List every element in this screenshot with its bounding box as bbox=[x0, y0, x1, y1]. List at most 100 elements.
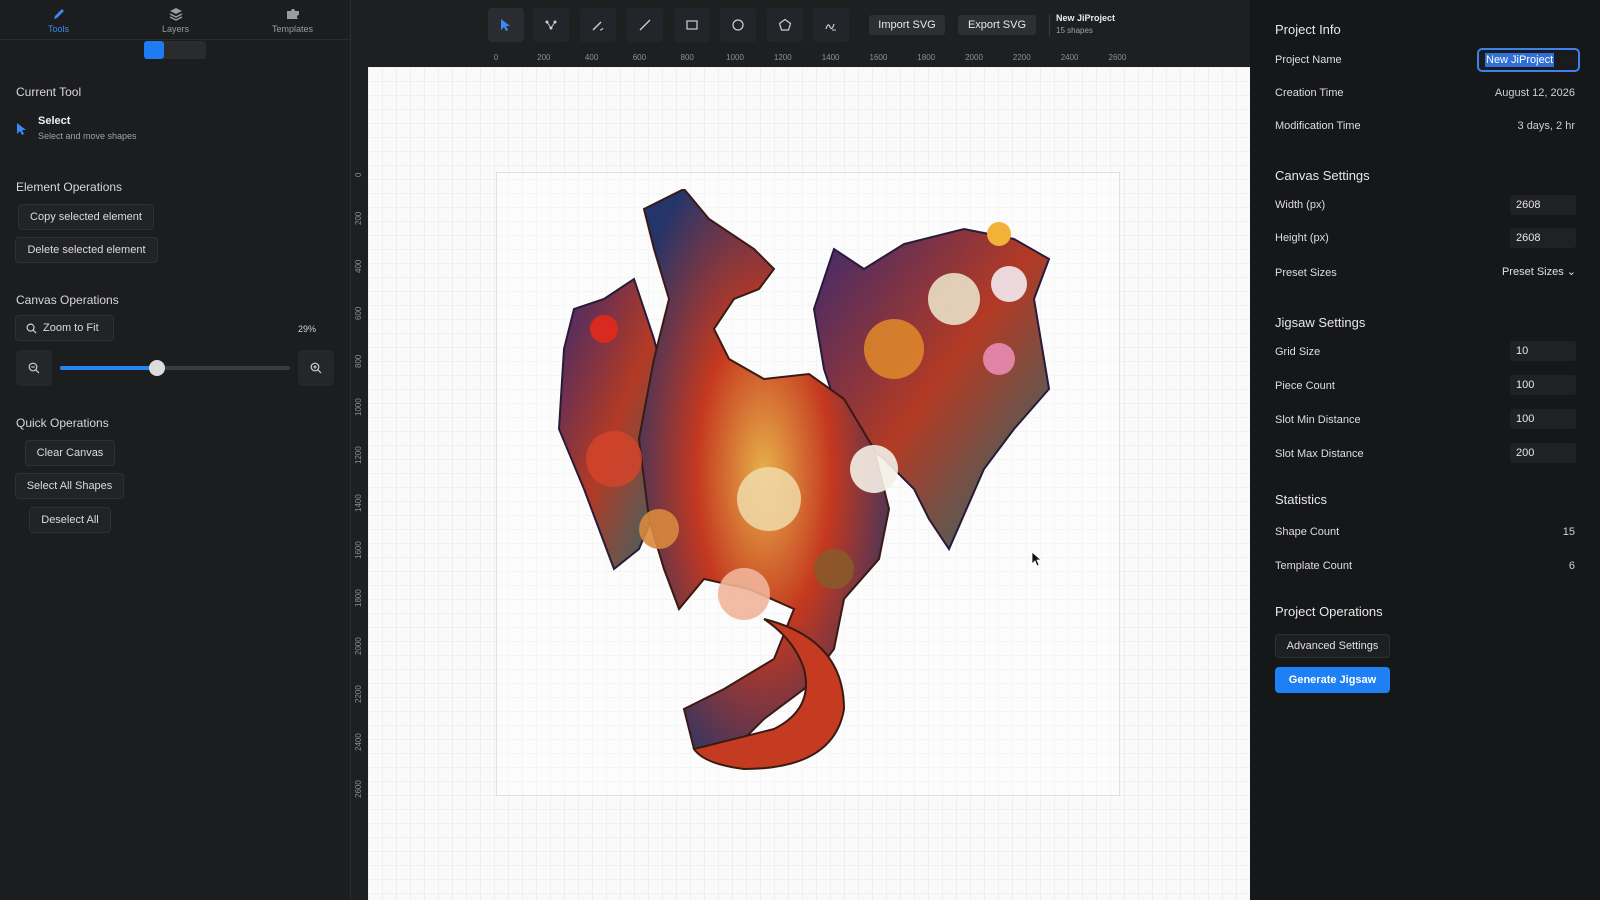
ruler-tick-label: 2600 bbox=[1108, 53, 1127, 62]
signature-icon bbox=[825, 23, 836, 31]
delete-element-button[interactable]: Delete selected element bbox=[15, 237, 158, 263]
grid-size-input[interactable]: 10 bbox=[1510, 341, 1576, 361]
grid-size-label: Grid Size bbox=[1275, 346, 1321, 358]
ruler-tick-label: 0 bbox=[493, 53, 499, 62]
ruler-tick-label: 1200 bbox=[773, 53, 792, 62]
node-tool-button[interactable] bbox=[533, 8, 569, 42]
statistics-title: Statistics bbox=[1275, 492, 1328, 507]
dragon-jigsaw-shape[interactable] bbox=[544, 189, 1086, 779]
signature-tool-button[interactable] bbox=[813, 8, 849, 42]
rabbit-medallion bbox=[991, 266, 1027, 302]
monkey-medallion bbox=[814, 549, 854, 589]
tab-templates-label: Templates bbox=[271, 24, 314, 34]
ruler-tick-label: 800 bbox=[680, 53, 694, 62]
pointer-icon bbox=[501, 19, 510, 31]
clear-canvas-button[interactable]: Clear Canvas bbox=[25, 440, 115, 466]
zoom-out-button[interactable] bbox=[16, 350, 52, 386]
cursor-icon bbox=[17, 123, 26, 135]
jigsaw-settings-title: Jigsaw Settings bbox=[1275, 315, 1366, 330]
ruler-tick-label: 400 bbox=[584, 53, 599, 62]
shape-count-value: 15 bbox=[1562, 526, 1575, 538]
deselect-all-button[interactable]: Deselect All bbox=[29, 507, 111, 533]
select-tool-button[interactable] bbox=[488, 8, 524, 42]
width-input[interactable]: 2608 bbox=[1510, 195, 1576, 215]
slot-min-distance-input[interactable]: 100 bbox=[1510, 409, 1576, 429]
current-tool-title: Current Tool bbox=[16, 85, 82, 99]
piece-count-input[interactable]: 100 bbox=[1510, 375, 1576, 395]
zoom-in-button[interactable] bbox=[298, 350, 334, 386]
tiger-medallion bbox=[864, 319, 924, 379]
zoom-slider-fill bbox=[60, 366, 157, 370]
project-name-input[interactable]: New JiProject bbox=[1477, 48, 1580, 72]
ox-medallion bbox=[928, 273, 980, 325]
ruler-tick-label: 1000 bbox=[726, 53, 744, 62]
puzzle-icon bbox=[286, 9, 299, 19]
ruler-tick-label: 2200 bbox=[1012, 53, 1031, 62]
tab-tools-label: Tools bbox=[47, 24, 69, 34]
ruler-tick-label: 2000 bbox=[354, 637, 363, 655]
pen-curve-icon bbox=[592, 21, 604, 31]
drawing-canvas[interactable] bbox=[368, 67, 1250, 900]
preset-sizes-dropdown[interactable]: Preset Sizes ⌄ bbox=[1496, 265, 1576, 278]
ruler-tick-label: 1800 bbox=[917, 53, 936, 62]
zoom-to-fit-button[interactable]: Zoom to Fit bbox=[15, 315, 114, 341]
tab-layers[interactable]: Layers bbox=[117, 0, 234, 40]
lantern-medallion bbox=[590, 315, 618, 343]
line-icon bbox=[639, 19, 651, 31]
top-toolbar: Import SVG Export SVG New JiProject 15 s… bbox=[352, 0, 1250, 52]
circle-tool-button[interactable] bbox=[720, 8, 756, 42]
template-count-label: Template Count bbox=[1275, 560, 1353, 572]
slot-max-distance-input[interactable]: 200 bbox=[1510, 443, 1576, 463]
rectangle-icon bbox=[686, 20, 698, 30]
ruler-tick-label: 200 bbox=[537, 53, 551, 62]
pen-tool-button[interactable] bbox=[580, 8, 616, 42]
toolbar-divider bbox=[1049, 14, 1050, 36]
ruler-tick-label: 1400 bbox=[354, 493, 363, 512]
generate-jigsaw-button[interactable]: Generate Jigsaw bbox=[1275, 667, 1390, 693]
ruler-tick-label: 1200 bbox=[354, 446, 363, 464]
preset-sizes-label: Preset Sizes bbox=[1275, 267, 1337, 279]
tab-layers-label: Layers bbox=[161, 24, 189, 34]
ruler-tick-label: 1400 bbox=[821, 53, 840, 62]
height-input[interactable]: 2608 bbox=[1510, 228, 1576, 248]
creation-time-value: August 12, 2026 bbox=[1494, 87, 1575, 99]
toolbar-shape-count: 15 shapes bbox=[1056, 26, 1093, 35]
zoom-to-fit-label: Zoom to Fit bbox=[43, 322, 99, 334]
pig-medallion bbox=[718, 568, 770, 620]
advanced-settings-button[interactable]: Advanced Settings bbox=[1275, 634, 1390, 658]
pentagon-icon bbox=[778, 18, 792, 31]
tab-tools[interactable]: Tools bbox=[0, 0, 117, 40]
ruler-tick-label: 600 bbox=[354, 307, 363, 321]
zoom-slider[interactable] bbox=[60, 360, 290, 376]
pen-icon bbox=[53, 9, 64, 19]
current-tool-description: Select and move shapes bbox=[38, 131, 137, 141]
tab-scroll-indicator[interactable] bbox=[144, 41, 206, 59]
tab-templates[interactable]: Templates bbox=[234, 0, 351, 40]
right-properties-panel: Project Info Project Name New JiProject … bbox=[1250, 0, 1600, 900]
import-svg-button[interactable]: Import SVG bbox=[869, 15, 945, 35]
zoom-out-icon bbox=[28, 362, 40, 374]
search-icon bbox=[26, 323, 37, 334]
tab-scroll-knob[interactable] bbox=[144, 41, 164, 59]
preset-sizes-value: Preset Sizes bbox=[1501, 266, 1564, 278]
horizontal-ruler: 0 200 400 600 800 1000 1200 1400 1600 1800 2000 220… bbox=[368, 52, 1250, 67]
ruler-tick-label: 200 bbox=[354, 211, 363, 225]
mouse-cursor-icon bbox=[1031, 551, 1043, 567]
polygon-tool-button[interactable] bbox=[767, 8, 803, 42]
creation-time-label: Creation Time bbox=[1275, 87, 1344, 99]
template-count-value: 6 bbox=[1568, 560, 1575, 572]
ruler-tick-label: 2000 bbox=[965, 53, 983, 62]
zoom-slider-thumb[interactable] bbox=[148, 360, 165, 376]
height-label: Height (px) bbox=[1275, 232, 1329, 244]
project-name-value: New JiProject bbox=[1485, 53, 1555, 67]
node-icon bbox=[545, 20, 557, 30]
ruler-tick-label: 1600 bbox=[354, 541, 363, 560]
canvas-operations-title: Canvas Operations bbox=[16, 293, 119, 307]
copy-element-button[interactable]: Copy selected element bbox=[18, 204, 154, 230]
modification-time-label: Modification Time bbox=[1275, 120, 1361, 132]
select-all-shapes-button[interactable]: Select All Shapes bbox=[15, 473, 124, 499]
line-tool-button[interactable] bbox=[627, 8, 663, 42]
rectangle-tool-button[interactable] bbox=[674, 8, 710, 42]
export-svg-button[interactable]: Export SVG bbox=[958, 15, 1036, 35]
horse-medallion bbox=[737, 467, 801, 531]
